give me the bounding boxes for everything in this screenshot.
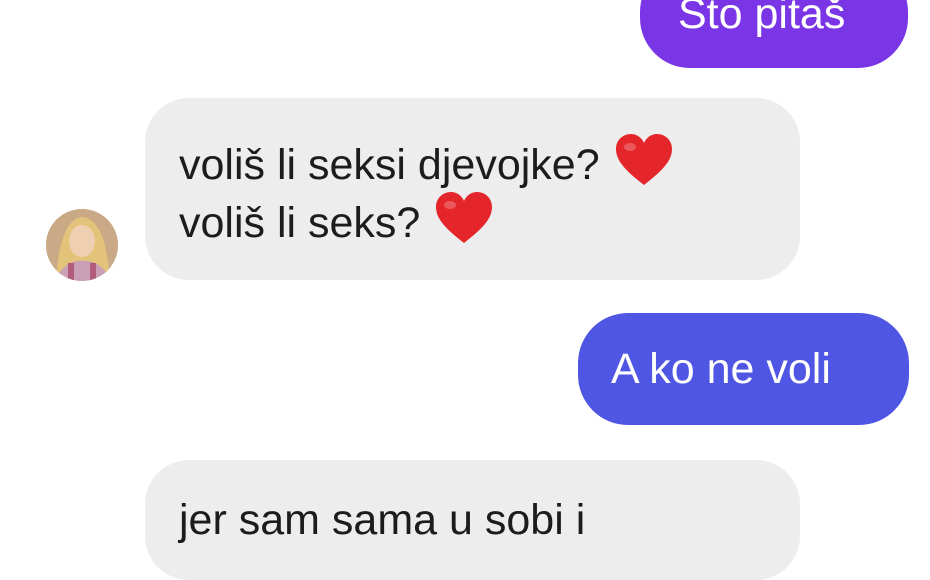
incoming-message-bubble[interactable]: voliš li seksi djevojke? voliš li seks? (145, 98, 800, 280)
message-text: A ko ne voli (611, 345, 831, 393)
message-text-line: voliš li seksi djevojke? (179, 133, 800, 191)
heart-emoji-icon (436, 192, 493, 243)
message-text: Što pitaš (678, 0, 846, 38)
message-text: jer sam sama u sobi i (179, 496, 586, 544)
outgoing-message-bubble[interactable]: A ko ne voli (578, 313, 909, 425)
message-text: voliš li seksi djevojke? (179, 141, 600, 189)
incoming-message-bubble[interactable]: jer sam sama u sobi i (145, 460, 800, 580)
heart-emoji-icon (615, 134, 672, 185)
message-text: voliš li seks? (179, 199, 421, 247)
outgoing-message-bubble[interactable]: Što pitaš (640, 0, 908, 68)
contact-avatar[interactable] (46, 209, 118, 281)
chat-thread: Što pitaš voliš li seksi djevojke? voliš… (0, 0, 930, 580)
message-text-line: voliš li seks? (179, 191, 800, 249)
avatar-photo (46, 209, 118, 281)
